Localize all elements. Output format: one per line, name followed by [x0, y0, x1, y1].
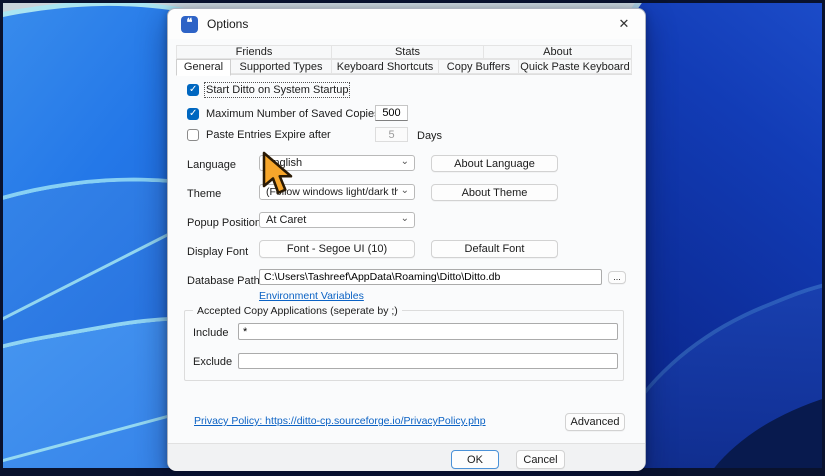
tab-quick-paste-keyboard[interactable]: Quick Paste Keyboard — [518, 59, 632, 74]
tab-about[interactable]: About — [483, 45, 632, 59]
expire-checkbox-row[interactable]: Paste Entries Expire after — [187, 129, 331, 141]
startup-checkbox-row[interactable]: Start Ditto on System Startup — [187, 84, 348, 96]
chevron-down-icon: ⌄ — [401, 213, 409, 224]
dialog-footer — [168, 443, 645, 471]
include-label: Include — [193, 327, 228, 339]
tab-general[interactable]: General — [176, 59, 231, 76]
theme-label: Theme — [187, 188, 221, 200]
max-copies-checkbox[interactable] — [187, 108, 199, 120]
expire-checkbox-label: Paste Entries Expire after — [206, 129, 331, 141]
tab-strip: Friends Stats About General Supported Ty… — [176, 45, 632, 75]
expire-checkbox[interactable] — [187, 129, 199, 141]
chevron-down-icon: ⌄ — [401, 185, 409, 196]
titlebar[interactable]: ❝ Options ✕ — [168, 9, 645, 39]
max-copies-checkbox-row[interactable]: Maximum Number of Saved Copies — [187, 108, 380, 120]
tab-stats[interactable]: Stats — [331, 45, 484, 59]
environment-variables-link[interactable]: Environment Variables — [259, 290, 364, 302]
cancel-button[interactable]: Cancel — [516, 450, 565, 469]
tab-copy-buffers[interactable]: Copy Buffers — [438, 59, 519, 74]
tab-friends[interactable]: Friends — [176, 45, 332, 59]
chevron-down-icon: ⌄ — [401, 156, 409, 167]
screen-edge — [0, 0, 3, 476]
privacy-policy-link[interactable]: Privacy Policy: https://ditto-cp.sourcef… — [194, 415, 486, 427]
max-copies-checkbox-label: Maximum Number of Saved Copies — [206, 108, 380, 120]
database-path-label: Database Path — [187, 275, 260, 287]
exclude-label: Exclude — [193, 356, 232, 368]
window-title: Options — [207, 17, 248, 31]
include-input[interactable] — [238, 323, 618, 340]
about-theme-button[interactable]: About Theme — [431, 184, 558, 201]
ok-button[interactable]: OK — [451, 450, 499, 469]
tab-supported-types[interactable]: Supported Types — [230, 59, 332, 74]
days-label: Days — [417, 130, 442, 142]
popup-position-label: Popup Position — [187, 217, 261, 229]
about-language-button[interactable]: About Language — [431, 155, 558, 172]
exclude-input[interactable] — [238, 353, 618, 369]
browse-database-button[interactable]: ... — [608, 271, 626, 284]
mouse-cursor-icon — [261, 151, 297, 202]
accepted-apps-groupbox: Accepted Copy Applications (seperate by … — [184, 310, 624, 381]
expire-days-input — [375, 127, 408, 142]
startup-checkbox-label: Start Ditto on System Startup — [206, 84, 348, 96]
max-copies-input[interactable] — [375, 105, 408, 121]
close-icon[interactable]: ✕ — [613, 14, 635, 34]
popup-position-select[interactable]: At Caret ⌄ — [259, 212, 415, 228]
language-label: Language — [187, 159, 236, 171]
advanced-button[interactable]: Advanced — [565, 413, 625, 431]
accepted-apps-title: Accepted Copy Applications (seperate by … — [193, 305, 402, 317]
ditto-app-icon: ❝ — [181, 16, 198, 33]
tab-page-border — [176, 74, 632, 75]
popup-position-select-value: At Caret — [266, 214, 398, 226]
default-font-button[interactable]: Default Font — [431, 240, 558, 258]
font-picker-button[interactable]: Font - Segoe UI (10) — [259, 240, 415, 258]
screen-edge — [0, 0, 825, 3]
startup-checkbox[interactable] — [187, 84, 199, 96]
options-dialog: ❝ Options ✕ Friends Stats About General … — [167, 8, 646, 470]
display-font-label: Display Font — [187, 246, 248, 258]
tab-keyboard-shortcuts[interactable]: Keyboard Shortcuts — [331, 59, 439, 74]
database-path-input[interactable] — [259, 269, 602, 285]
